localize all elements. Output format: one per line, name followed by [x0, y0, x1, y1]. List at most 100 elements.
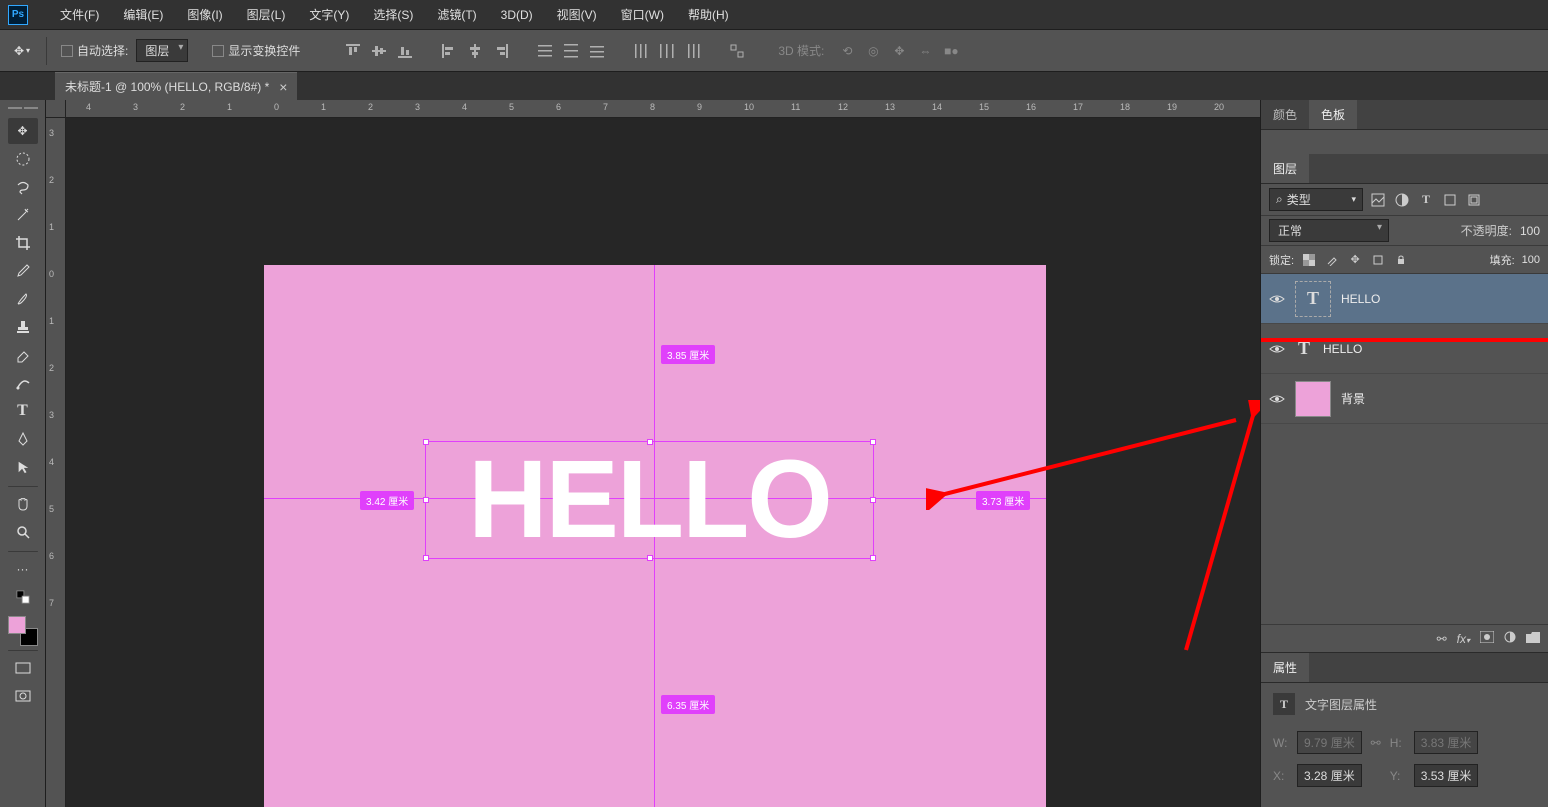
adjustment-layer-icon[interactable] — [1504, 631, 1516, 646]
group-icon[interactable] — [1526, 632, 1540, 646]
layer-name-label[interactable]: 背景 — [1341, 390, 1365, 407]
document-tab[interactable]: 未标题-1 @ 100% (HELLO, RGB/8#) * × — [55, 72, 297, 100]
tool-zoom[interactable] — [8, 519, 38, 545]
distribute-vcenter-icon[interactable] — [562, 42, 580, 60]
ruler-horizontal[interactable]: 432101234567891011121314151617181920 — [66, 100, 1260, 118]
filter-smart-icon[interactable] — [1465, 191, 1483, 209]
tool-quick-mask[interactable] — [8, 683, 38, 709]
filter-adjust-icon[interactable] — [1393, 191, 1411, 209]
tool-move[interactable]: ✥ — [8, 118, 38, 144]
tab-color[interactable]: 颜色 — [1261, 100, 1309, 129]
lock-all-icon[interactable] — [1393, 252, 1409, 268]
menu-image[interactable]: 图像(I) — [175, 6, 234, 23]
tool-brush[interactable] — [8, 286, 38, 312]
menu-help[interactable]: 帮助(H) — [676, 6, 741, 23]
menu-filter[interactable]: 滤镜(T) — [425, 6, 488, 23]
ruler-vertical[interactable]: 32101234567 — [46, 118, 66, 807]
distribute-left-icon[interactable] — [632, 42, 650, 60]
distribute-bottom-icon[interactable] — [588, 42, 606, 60]
prop-x-value[interactable]: 3.28 厘米 — [1297, 764, 1362, 787]
visibility-icon[interactable] — [1269, 291, 1285, 307]
layer-thumbnail[interactable]: T — [1295, 331, 1313, 367]
tool-type[interactable]: T — [8, 398, 38, 424]
fill-value[interactable]: 100 — [1522, 254, 1540, 266]
layer-row[interactable]: 背景 — [1261, 374, 1548, 424]
distribute-right-icon[interactable] — [684, 42, 702, 60]
visibility-icon[interactable] — [1269, 391, 1285, 407]
tool-eraser[interactable] — [8, 342, 38, 368]
menu-select[interactable]: 选择(S) — [361, 6, 425, 23]
artboard[interactable]: HELLO 3.85 厘米 3.42 厘米 3.73 厘米 6.35 厘米 — [264, 265, 1046, 807]
3d-camera-icon[interactable]: ■● — [942, 42, 960, 60]
3d-slide-icon[interactable]: ⇔ — [916, 42, 934, 60]
layer-row[interactable]: T HELLO — [1261, 274, 1548, 324]
3d-roll-icon[interactable]: ◎ — [864, 42, 882, 60]
lock-transparent-icon[interactable] — [1301, 252, 1317, 268]
tool-gradient[interactable] — [8, 370, 38, 396]
tab-close-icon[interactable]: × — [279, 79, 287, 95]
layer-name-label[interactable]: HELLO — [1341, 292, 1380, 306]
tab-layers[interactable]: 图层 — [1261, 154, 1309, 183]
menu-view[interactable]: 视图(V) — [545, 6, 609, 23]
layer-style-icon[interactable]: fx▾ — [1457, 632, 1470, 646]
opacity-value[interactable]: 100 — [1520, 224, 1540, 238]
menu-3d[interactable]: 3D(D) — [489, 8, 545, 22]
layer-list[interactable]: T HELLO T HELLO 背景 — [1261, 274, 1548, 624]
tool-path-select[interactable] — [8, 454, 38, 480]
distribute-top-icon[interactable] — [536, 42, 554, 60]
tool-stamp[interactable] — [8, 314, 38, 340]
tool-hand[interactable] — [8, 491, 38, 517]
align-right-icon[interactable] — [492, 42, 510, 60]
tool-default-colors[interactable] — [8, 584, 38, 610]
tool-pen[interactable] — [8, 426, 38, 452]
align-hcenter-icon[interactable] — [466, 42, 484, 60]
link-wh-icon[interactable]: ⚯ — [1368, 736, 1384, 750]
visibility-icon[interactable] — [1269, 341, 1285, 357]
align-vcenter-icon[interactable] — [370, 42, 388, 60]
tool-screen-mode[interactable] — [8, 655, 38, 681]
auto-select-target[interactable]: 图层 — [136, 39, 188, 62]
lock-artboard-icon[interactable] — [1370, 252, 1386, 268]
menu-layer[interactable]: 图层(L) — [235, 6, 298, 23]
blend-mode-select[interactable]: 正常 — [1269, 219, 1389, 242]
layer-row[interactable]: T HELLO — [1261, 324, 1548, 374]
tool-magic-wand[interactable] — [8, 202, 38, 228]
filter-shape-icon[interactable] — [1441, 191, 1459, 209]
layer-thumbnail[interactable]: T — [1295, 281, 1331, 317]
link-layers-icon[interactable]: ⚯ — [1437, 632, 1447, 646]
auto-align-icon[interactable] — [728, 42, 746, 60]
distribute-hcenter-icon[interactable] — [658, 42, 676, 60]
layer-name-label[interactable]: HELLO — [1323, 342, 1362, 356]
tool-eyedropper[interactable] — [8, 258, 38, 284]
3d-pan-icon[interactable]: ✥ — [890, 42, 908, 60]
tool-lasso[interactable] — [8, 174, 38, 200]
menu-file[interactable]: 文件(F) — [48, 6, 111, 23]
layer-mask-icon[interactable] — [1480, 631, 1494, 646]
filter-text-icon[interactable]: T — [1417, 191, 1435, 209]
layer-filter-kind[interactable]: ⌕类型▾ — [1269, 188, 1363, 211]
tool-edit-toolbar[interactable]: ··· — [8, 556, 38, 582]
align-top-icon[interactable] — [344, 42, 362, 60]
canvas-area[interactable]: 432101234567891011121314151617181920 321… — [46, 100, 1260, 807]
menu-window[interactable]: 窗口(W) — [609, 6, 676, 23]
3d-orbit-icon[interactable]: ⟲ — [838, 42, 856, 60]
tab-swatches[interactable]: 色板 — [1309, 100, 1357, 129]
show-transform-checkbox[interactable]: 显示变换控件 — [208, 42, 304, 59]
tool-marquee[interactable] — [8, 146, 38, 172]
layer-thumbnail[interactable] — [1295, 381, 1331, 417]
text-layer-box[interactable]: HELLO — [425, 441, 874, 559]
tool-crop[interactable] — [8, 230, 38, 256]
prop-y-value[interactable]: 3.53 厘米 — [1414, 764, 1479, 787]
move-tool-icon[interactable]: ✥▾ — [8, 37, 36, 65]
lock-pixels-icon[interactable] — [1324, 252, 1340, 268]
align-left-icon[interactable] — [440, 42, 458, 60]
align-bottom-icon[interactable] — [396, 42, 414, 60]
lock-position-icon[interactable]: ✥ — [1347, 252, 1363, 268]
menu-text[interactable]: 文字(Y) — [297, 6, 361, 23]
tab-properties[interactable]: 属性 — [1261, 653, 1309, 682]
menu-edit[interactable]: 编辑(E) — [111, 6, 175, 23]
color-swatches[interactable] — [8, 616, 38, 646]
foreground-color-swatch[interactable] — [8, 616, 26, 634]
auto-select-checkbox[interactable]: 自动选择: — [57, 42, 132, 59]
filter-pixel-icon[interactable] — [1369, 191, 1387, 209]
